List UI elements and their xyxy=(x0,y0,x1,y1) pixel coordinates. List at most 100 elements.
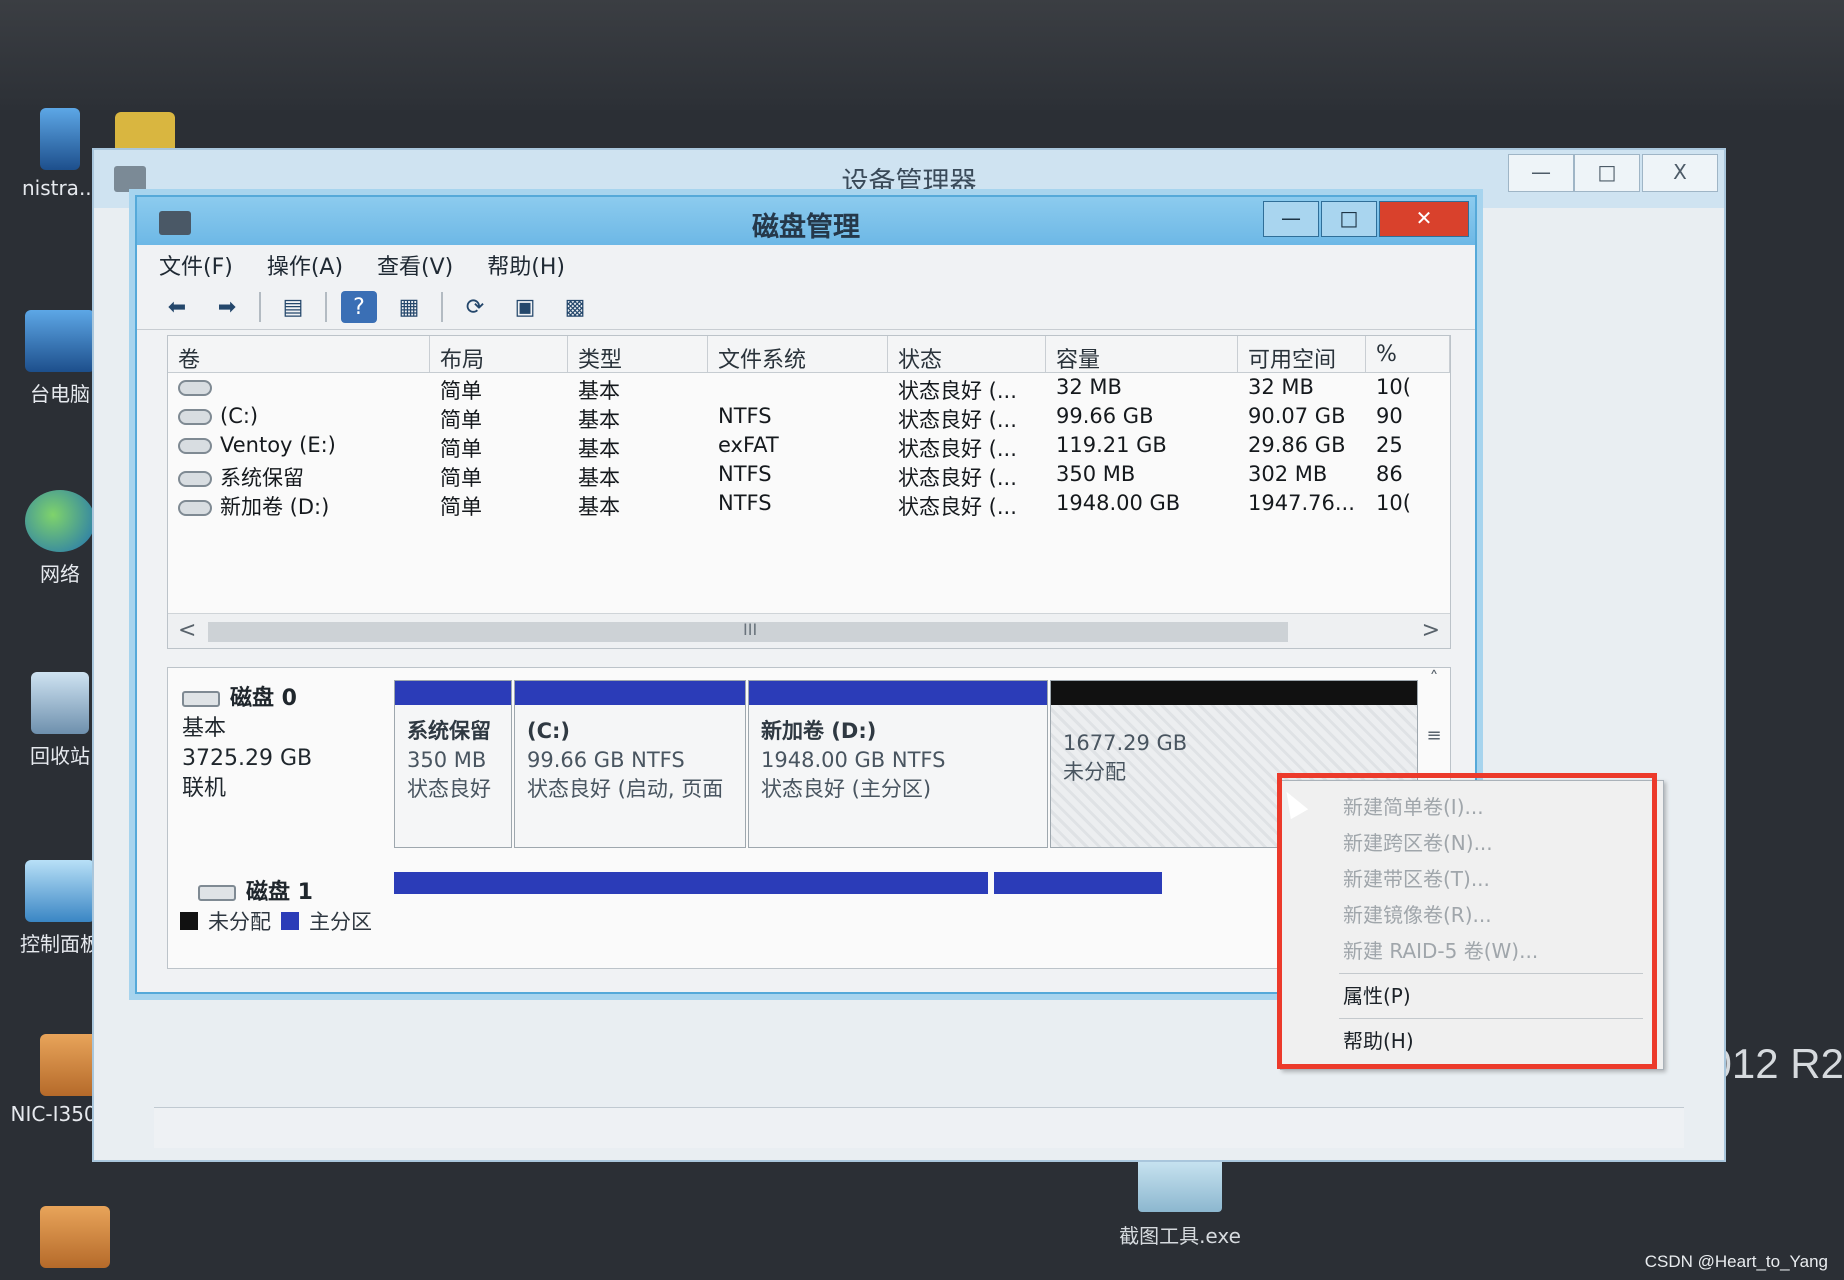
column-header-type[interactable]: 类型 xyxy=(568,336,708,372)
back-icon[interactable]: ⬅ xyxy=(159,291,195,323)
table-row[interactable]: 系统保留 简单 基本 NTFS 状态良好 (... 350 MB 302 MB 86 xyxy=(168,460,1450,489)
drive-icon xyxy=(178,500,212,516)
window-title: 设备管理器 xyxy=(841,167,977,198)
maximize-button[interactable]: □ xyxy=(1574,154,1640,192)
menu-file[interactable]: 文件(F) xyxy=(159,249,233,281)
disk-icon xyxy=(182,691,220,707)
disk1-partition-bar xyxy=(994,872,1162,894)
table-row[interactable]: Ventoy (E:) 简单 基本 exFAT 状态良好 (... 119.21 GB 29… xyxy=(168,431,1450,460)
properties-icon[interactable]: ▦ xyxy=(391,291,427,323)
column-header-layout[interactable]: 布局 xyxy=(430,336,568,372)
scrollbar-grip: ≡ xyxy=(1426,725,1442,746)
cell-text: 系统保留 xyxy=(220,466,304,489)
cell-text: 新加卷 (D:) xyxy=(220,495,330,518)
table-cell-pct: 10( xyxy=(1366,373,1450,402)
cell-text: 302 MB xyxy=(1248,462,1328,486)
partition-d[interactable]: 新加卷 (D:) 1948.00 GB NTFS 状态良好 (主分区) xyxy=(748,680,1048,848)
cell-text: Ventoy (E:) xyxy=(220,433,336,457)
cell-text: NTFS xyxy=(718,491,772,515)
table-cell-layout: 简单 xyxy=(430,489,568,518)
refresh-icon[interactable]: ⟳ xyxy=(457,291,493,323)
partition-c[interactable]: (C:) 99.66 GB NTFS 状态良好 (启动, 页面 xyxy=(514,680,746,848)
table-row[interactable]: 新加卷 (D:) 简单 基本 NTFS 状态良好 (... 1948.00 GB 1947.… xyxy=(168,489,1450,518)
legend-label-unallocated: 未分配 xyxy=(208,910,271,934)
console-tree-icon[interactable]: ▤ xyxy=(275,291,311,323)
help-icon[interactable]: ? xyxy=(341,291,377,323)
annotation-highlight-box xyxy=(1277,773,1657,1069)
column-header-percent-free[interactable]: % xyxy=(1366,336,1450,372)
horizontal-scrollbar[interactable]: < III > xyxy=(168,613,1450,648)
table-cell-type: 基本 xyxy=(568,373,708,402)
legend-swatch-primary xyxy=(281,912,299,930)
table-cell-volume: (C:) xyxy=(168,402,430,431)
minimize-button[interactable]: — xyxy=(1508,154,1574,192)
cell-text: 状态良好 (... xyxy=(898,437,1017,460)
disk0-type: 基本 xyxy=(182,716,227,741)
toolbar-separator xyxy=(325,292,327,322)
maximize-button[interactable]: □ xyxy=(1321,201,1377,237)
disk-management-titlebar[interactable]: 磁盘管理 — □ ✕ xyxy=(137,197,1475,245)
table-row[interactable]: 简单 基本 状态良好 (... 32 MB 32 MB 10( xyxy=(168,373,1450,402)
table-cell-status: 状态良好 (... xyxy=(888,373,1046,402)
table-cell-type: 基本 xyxy=(568,489,708,518)
cell-text: 基本 xyxy=(578,379,620,402)
cell-text: 状态良好 (... xyxy=(898,495,1017,518)
table-cell-capacity: 350 MB xyxy=(1046,460,1238,489)
legend: 未分配 主分区 xyxy=(180,906,372,936)
table-cell-fs xyxy=(708,373,888,402)
menu-view[interactable]: 查看(V) xyxy=(377,249,453,281)
table-cell-volume: 新加卷 (D:) xyxy=(168,489,430,518)
minimize-button[interactable]: — xyxy=(1263,201,1319,237)
cell-text: 10( xyxy=(1376,375,1411,399)
control-panel-icon xyxy=(25,860,95,922)
column-header-capacity[interactable]: 容量 xyxy=(1046,336,1238,372)
partition-type-bar xyxy=(749,681,1047,705)
menu-action[interactable]: 操作(A) xyxy=(267,249,343,281)
table-cell-volume: Ventoy (E:) xyxy=(168,431,430,460)
device-manager-statusbar xyxy=(154,1107,1684,1148)
partition-type-bar xyxy=(1051,681,1417,705)
cell-text: 25 xyxy=(1376,433,1403,457)
menu-help[interactable]: 帮助(H) xyxy=(487,249,565,281)
disk0-size: 3725.29 GB xyxy=(182,746,313,771)
cell-text: 基本 xyxy=(578,437,620,460)
export-icon[interactable]: ▣ xyxy=(507,291,543,323)
drive-icon xyxy=(178,438,212,454)
cell-text: 90 xyxy=(1376,404,1403,428)
table-cell-fs: NTFS xyxy=(708,489,888,518)
partition-system-reserved[interactable]: 系统保留 350 MB 状态良好 xyxy=(394,680,512,848)
desktop-icon-snipping-tool[interactable]: 截图工具.exe xyxy=(1110,1150,1250,1249)
close-button[interactable]: X xyxy=(1642,154,1718,192)
column-header-status[interactable]: 状态 xyxy=(888,336,1046,372)
table-cell-type: 基本 xyxy=(568,402,708,431)
cell-text: 32 MB xyxy=(1056,375,1122,399)
table-cell-pct: 86 xyxy=(1366,460,1450,489)
column-header-filesystem[interactable]: 文件系统 xyxy=(708,336,888,372)
cell-text: 简单 xyxy=(440,466,482,489)
column-header-free-space[interactable]: 可用空间 xyxy=(1238,336,1366,372)
toolbar-separator xyxy=(259,292,261,322)
cell-text: 29.86 GB xyxy=(1248,433,1346,457)
desktop-icon-label: nistra... xyxy=(21,176,99,200)
table-cell-pct: 25 xyxy=(1366,431,1450,460)
cell-text: 基本 xyxy=(578,495,620,518)
table-cell-fs: NTFS xyxy=(708,402,888,431)
network-icon xyxy=(25,490,95,552)
cell-text: exFAT xyxy=(718,433,779,457)
table-cell-capacity: 119.21 GB xyxy=(1046,431,1238,460)
table-row[interactable]: (C:) 简单 基本 NTFS 状态良好 (... 99.66 GB 90.07 GB 90 xyxy=(168,402,1450,431)
disk0-state: 联机 xyxy=(182,776,227,801)
settings-icon[interactable]: ▩ xyxy=(557,291,593,323)
forward-icon[interactable]: ➡ xyxy=(209,291,245,323)
column-header-volume[interactable]: 卷 xyxy=(168,336,430,372)
table-cell-free: 1947.76... xyxy=(1238,489,1366,518)
cell-text: 简单 xyxy=(440,408,482,431)
scroll-up-arrow[interactable]: ˄ xyxy=(1422,668,1446,689)
close-button[interactable]: ✕ xyxy=(1379,201,1469,237)
partition-size: 1948.00 GB NTFS xyxy=(761,748,946,772)
scroll-left-arrow[interactable]: < xyxy=(178,618,196,643)
volume-rows: 简单 基本 状态良好 (... 32 MB 32 MB 10((C:) 简单 基本 NTFS 状态… xyxy=(168,373,1450,518)
disk0-info[interactable]: 磁盘 0 基本 3725.29 GB 联机 xyxy=(182,684,372,804)
desktop-icon-package-2[interactable] xyxy=(0,1206,150,1274)
scroll-right-arrow[interactable]: > xyxy=(1422,618,1440,643)
